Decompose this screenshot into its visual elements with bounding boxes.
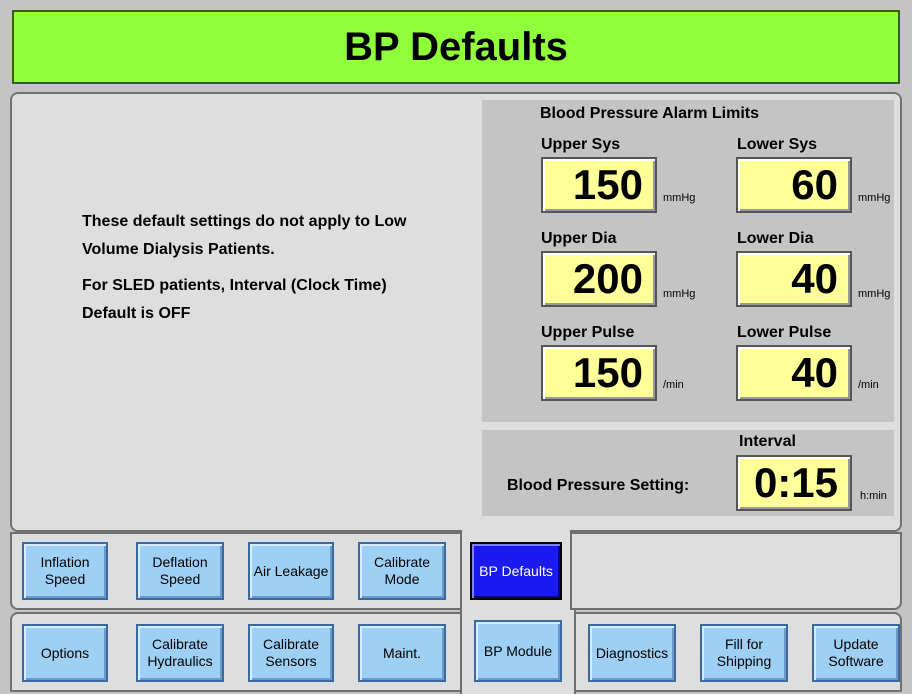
lower-pulse-label: Lower Pulse <box>737 324 832 341</box>
lower-dia-label: Lower Dia <box>737 230 814 247</box>
diagnostics-button[interactable]: Diagnostics <box>588 624 676 682</box>
upper-dia-unit: mmHg <box>663 288 696 300</box>
calibrate-mode-button[interactable]: Calibrate Mode <box>358 542 446 600</box>
fill-for-shipping-button[interactable]: Fill for Shipping <box>700 624 788 682</box>
note-line-1: These default settings do not apply to L… <box>82 213 407 258</box>
upper-dia-label: Upper Dia <box>541 230 617 247</box>
lower-pulse-unit: /min <box>858 379 879 391</box>
calibrate-hydraulics-button[interactable]: Calibrate Hydraulics <box>136 624 224 682</box>
bp-setting-label: Blood Pressure Setting: <box>507 477 690 494</box>
maint-button[interactable]: Maint. <box>358 624 446 682</box>
lower-dia-unit: mmHg <box>858 288 891 300</box>
alarm-limits-title: Blood Pressure Alarm Limits <box>540 105 760 122</box>
upper-pulse-label: Upper Pulse <box>541 324 635 341</box>
interval-unit: h:min <box>860 490 887 502</box>
interval-field[interactable]: 0:15 <box>736 455 852 511</box>
lower-sys-field[interactable]: 60 <box>736 157 852 213</box>
lower-pulse-field[interactable]: 40 <box>736 345 852 401</box>
lower-sys-label: Lower Sys <box>737 136 818 153</box>
inflation-speed-button[interactable]: Inflation Speed <box>22 542 108 600</box>
upper-dia-field[interactable]: 200 <box>541 251 657 307</box>
air-leakage-button[interactable]: Air Leakage <box>248 542 334 600</box>
page-title: BP Defaults <box>344 24 568 69</box>
bp-defaults-button[interactable]: BP Defaults <box>470 542 562 600</box>
calibrate-sensors-button[interactable]: Calibrate Sensors <box>248 624 334 682</box>
lower-dia-field[interactable]: 40 <box>736 251 852 307</box>
update-software-button[interactable]: Update Software <box>812 624 900 682</box>
note-line-2: For SLED patients, Interval (Clock Time)… <box>82 277 387 322</box>
upper-sys-unit: mmHg <box>663 192 696 204</box>
bp-module-button[interactable]: BP Module <box>474 620 562 682</box>
title-bar: BP Defaults <box>12 10 900 84</box>
lower-sys-unit: mmHg <box>858 192 891 204</box>
upper-pulse-unit: /min <box>663 379 684 391</box>
options-button[interactable]: Options <box>22 624 108 682</box>
interval-label: Interval <box>739 433 796 450</box>
info-note: These default settings do not apply to L… <box>82 208 412 336</box>
upper-sys-label: Upper Sys <box>541 136 621 153</box>
upper-pulse-field[interactable]: 150 <box>541 345 657 401</box>
upper-sys-field[interactable]: 150 <box>541 157 657 213</box>
deflation-speed-button[interactable]: Deflation Speed <box>136 542 224 600</box>
